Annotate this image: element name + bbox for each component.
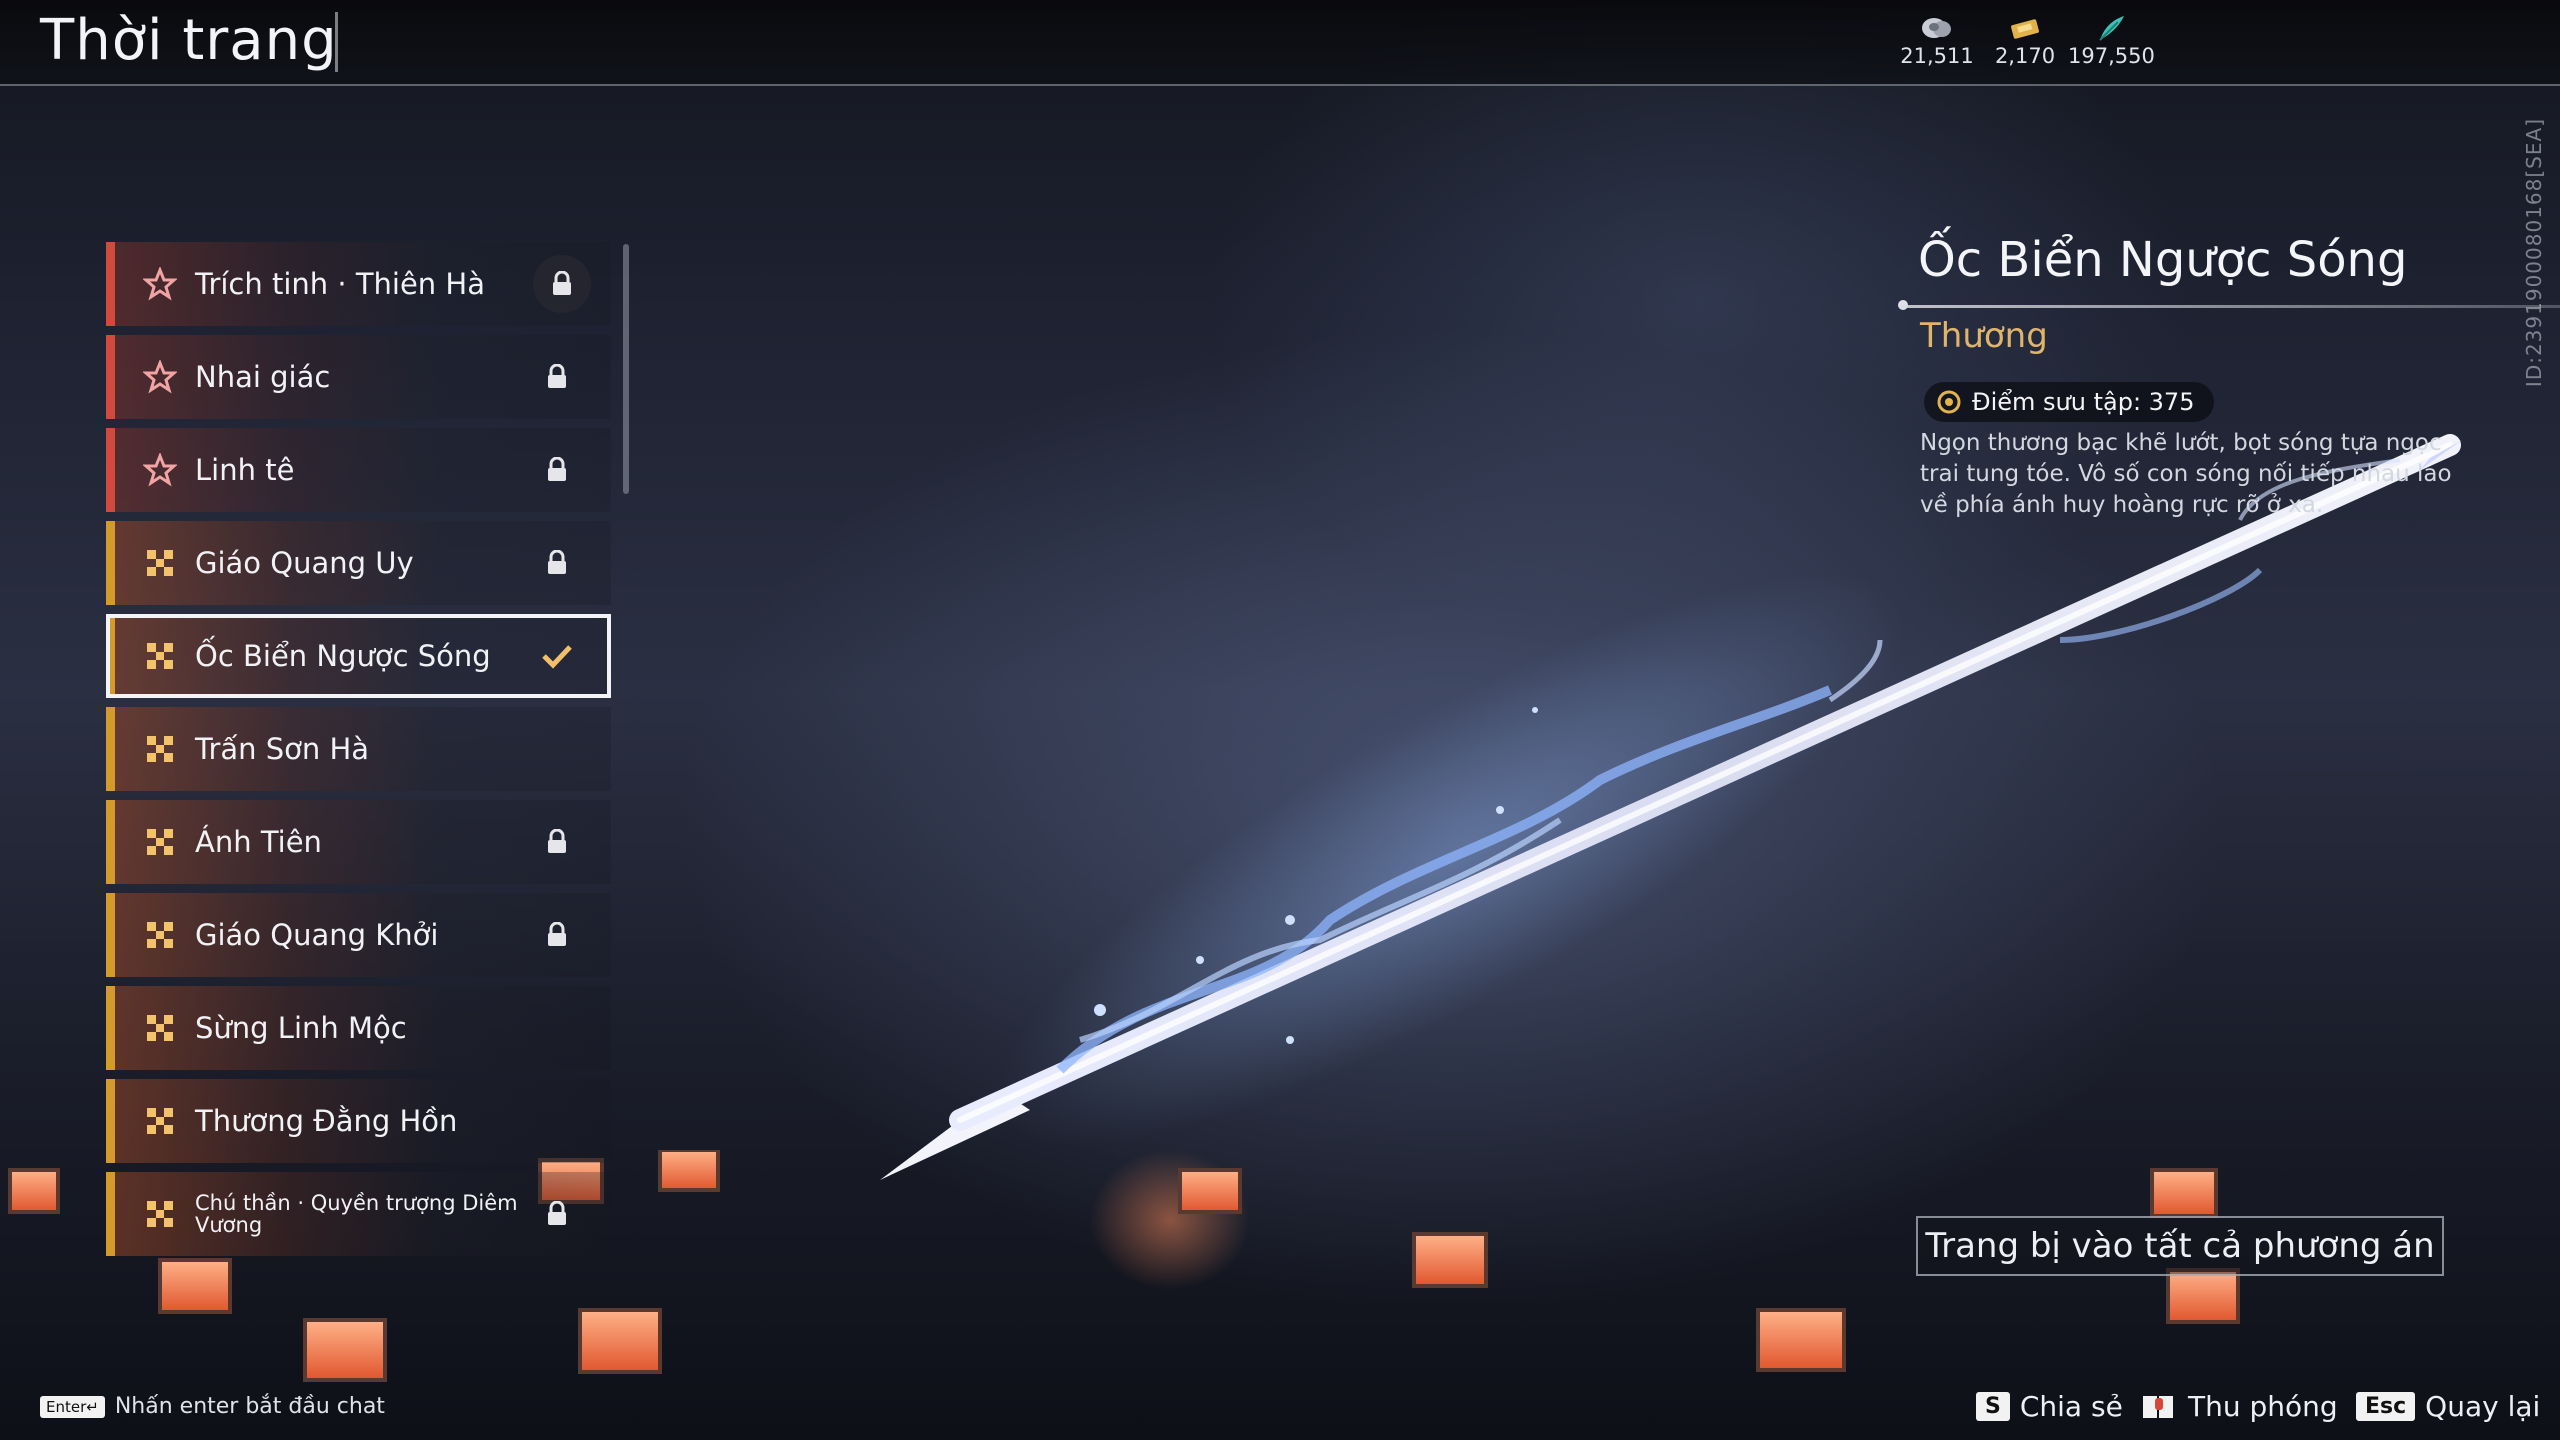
lock-icon bbox=[537, 1194, 577, 1234]
coin-icon bbox=[1922, 18, 1951, 38]
list-item[interactable]: Ánh Tiên bbox=[106, 800, 611, 884]
lock-icon bbox=[537, 450, 577, 490]
cross-flower-icon bbox=[147, 550, 173, 576]
item-label: Ánh Tiên bbox=[195, 825, 322, 859]
cross-flower-icon bbox=[147, 1015, 173, 1041]
cross-flower-icon bbox=[147, 922, 173, 948]
cross-flower-icon bbox=[147, 1108, 173, 1134]
collection-points: Điểm sưu tập: 375 bbox=[1972, 388, 2195, 416]
top-bar: Thời trang 21,511 2,170 197,550 bbox=[0, 0, 2560, 86]
item-label: Giáo Quang Uy bbox=[195, 546, 414, 580]
cross-flower-icon bbox=[147, 736, 173, 762]
enter-key: Enter↵ bbox=[40, 1395, 105, 1418]
lock-icon bbox=[537, 915, 577, 955]
back-label: Quay lại bbox=[2425, 1390, 2541, 1423]
back-button[interactable]: Esc Quay lại bbox=[2356, 1390, 2540, 1423]
feather-icon bbox=[2099, 16, 2124, 41]
collection-icon bbox=[1937, 390, 1961, 414]
star-icon bbox=[143, 453, 177, 487]
empty-status bbox=[537, 1008, 577, 1048]
coin-value: 21,511 bbox=[1900, 44, 1974, 68]
lock-icon bbox=[537, 357, 577, 397]
esc-key: Esc bbox=[2356, 1392, 2416, 1421]
currency-ticket: 2,170 bbox=[1982, 14, 2068, 68]
lock-icon bbox=[533, 255, 591, 313]
item-label: Sừng Linh Mộc bbox=[195, 1011, 407, 1045]
star-icon bbox=[143, 360, 177, 394]
item-label: Trấn Sơn Hà bbox=[195, 732, 370, 766]
share-button[interactable]: S Chia sẻ bbox=[1976, 1390, 2123, 1423]
chat-hint-text: Nhấn enter bắt đầu chat bbox=[114, 1394, 385, 1419]
cross-flower-icon bbox=[147, 643, 173, 669]
item-type: Thương bbox=[1920, 316, 2048, 356]
list-item[interactable]: Giáo Quang Khởi bbox=[106, 893, 611, 977]
zoom-label: Thu phóng bbox=[2188, 1390, 2338, 1423]
page-title: Thời trang bbox=[40, 8, 338, 73]
item-label: Trích tinh · Thiên Hà bbox=[195, 267, 485, 301]
item-label: Giáo Quang Khởi bbox=[195, 918, 439, 952]
item-label: Chú thần · Quyền trượng Diêm Vương bbox=[195, 1191, 518, 1237]
list-scrollbar[interactable] bbox=[623, 244, 629, 494]
title-divider bbox=[335, 12, 338, 72]
collection-points-badge: Điểm sưu tập: 375 bbox=[1924, 382, 2215, 422]
empty-status bbox=[537, 729, 577, 769]
cross-flower-icon bbox=[147, 1201, 173, 1227]
list-item[interactable]: Chú thần · Quyền trượng Diêm Vương bbox=[106, 1172, 611, 1256]
list-item-selected[interactable]: Ốc Biển Ngược Sóng bbox=[106, 614, 611, 698]
skin-list[interactable]: Trích tinh · Thiên Hà Nhai giác Linh tê … bbox=[106, 240, 626, 1280]
item-label: Linh tê bbox=[195, 453, 295, 487]
item-name: Ốc Biển Ngược Sóng bbox=[1918, 232, 2408, 288]
item-label: Thương Đằng Hồn bbox=[195, 1104, 458, 1138]
ticket-icon bbox=[2011, 19, 2039, 39]
ticket-value: 2,170 bbox=[1994, 44, 2056, 68]
cross-flower-icon bbox=[147, 829, 173, 855]
list-item[interactable]: Nhai giác bbox=[106, 335, 611, 419]
currency-coin: 21,511 bbox=[1894, 14, 1980, 68]
currency-feather: 197,550 bbox=[2068, 14, 2155, 68]
list-item[interactable]: Giáo Quang Uy bbox=[106, 521, 611, 605]
share-label: Chia sẻ bbox=[2019, 1390, 2123, 1423]
list-item[interactable]: Linh tê bbox=[106, 428, 611, 512]
empty-status bbox=[537, 1101, 577, 1141]
checkmark-icon bbox=[537, 636, 577, 676]
star-icon bbox=[143, 267, 177, 301]
item-description: Ngọn thương bạc khẽ lướt, bọt sóng tựa n… bbox=[1920, 430, 2452, 518]
equip-all-button[interactable]: Trang bị vào tất cả phương án bbox=[1916, 1216, 2444, 1276]
share-key: S bbox=[1976, 1392, 2010, 1421]
mouse-wheel-icon bbox=[2143, 1395, 2173, 1418]
feather-value: 197,550 bbox=[2068, 44, 2155, 68]
player-id: ID:2391900080168[SEA] bbox=[2522, 118, 2546, 388]
chat-hint[interactable]: Enter↵ Nhấn enter bắt đầu chat bbox=[40, 1394, 385, 1419]
lock-icon bbox=[537, 822, 577, 862]
item-label: Ốc Biển Ngược Sóng bbox=[195, 639, 491, 673]
item-label: Nhai giác bbox=[195, 360, 331, 394]
title-underline bbox=[1900, 305, 2560, 308]
zoom-button[interactable]: Thu phóng bbox=[2140, 1390, 2338, 1423]
lock-icon bbox=[537, 543, 577, 583]
list-item[interactable]: Trích tinh · Thiên Hà bbox=[106, 242, 611, 326]
list-item[interactable]: Thương Đằng Hồn bbox=[106, 1079, 611, 1163]
list-item[interactable]: Trấn Sơn Hà bbox=[106, 707, 611, 791]
list-item[interactable]: Sừng Linh Mộc bbox=[106, 986, 611, 1070]
